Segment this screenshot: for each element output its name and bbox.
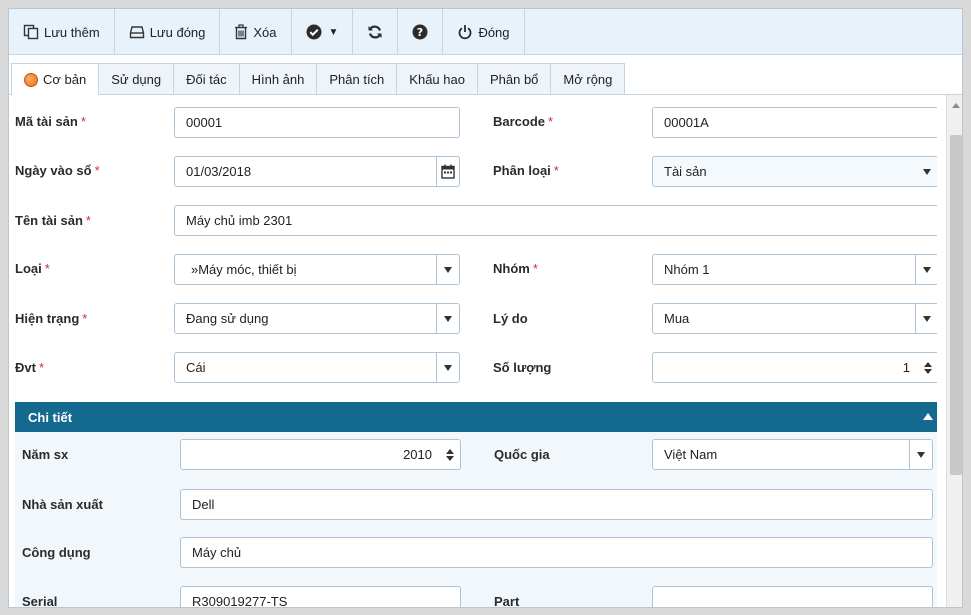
tab-label: Mở rộng — [563, 71, 613, 87]
part-label: Part — [494, 594, 520, 608]
usage-input[interactable]: Máy chủ — [180, 537, 933, 568]
chevron-down-icon — [436, 255, 459, 284]
tab-phan-tich[interactable]: Phân tích — [316, 63, 397, 95]
chevron-down-icon — [915, 304, 937, 333]
help-icon: ? — [412, 24, 428, 40]
reason-select[interactable]: Mua — [652, 303, 937, 334]
spinner-icon[interactable] — [918, 353, 937, 382]
tab-mo-rong[interactable]: Mở rộng — [550, 63, 626, 95]
save-more-label: Lưu thêm — [44, 24, 100, 40]
manufacturer-input[interactable]: Dell — [180, 489, 933, 520]
save-close-label: Lưu đóng — [149, 24, 206, 40]
power-icon — [457, 24, 473, 40]
close-label: Đóng — [478, 24, 510, 40]
chevron-down-icon — [915, 157, 937, 186]
barcode-label: Barcode * — [493, 114, 554, 129]
refresh-button[interactable] — [353, 9, 399, 55]
delete-label: Xóa — [253, 24, 277, 40]
chevron-down-icon: ▼ — [328, 26, 339, 38]
group-label: Nhóm * — [493, 261, 538, 276]
status-label: Hiện trạng * — [15, 311, 88, 326]
collapse-icon[interactable] — [923, 413, 933, 420]
tab-co-ban[interactable]: Cơ bản — [11, 63, 99, 96]
chevron-down-icon — [909, 440, 932, 469]
reason-label: Lý do — [493, 311, 528, 326]
asset-form-window: Lưu thêm Lưu đóng Xóa ▼ ? Đóng Cơ bản Sử… — [8, 8, 963, 608]
asset-name-input[interactable]: Máy chủ imb 2301 — [174, 205, 937, 236]
country-label: Quốc gia — [494, 447, 550, 462]
approve-dropdown-button[interactable]: ▼ — [292, 9, 354, 55]
vertical-scrollbar[interactable] — [946, 95, 962, 607]
barcode-input[interactable]: 00001A — [652, 107, 937, 138]
country-select[interactable]: Việt Nam — [652, 439, 933, 470]
entry-date-label: Ngày vào sổ * — [15, 163, 100, 178]
tab-label: Phân bổ — [489, 71, 539, 87]
chevron-down-icon — [436, 353, 459, 382]
check-circle-icon — [306, 24, 322, 40]
unit-select[interactable]: Cái — [174, 352, 460, 383]
tab-label: Hình ảnh — [251, 71, 305, 87]
manufacturer-label: Nhà sản xuất — [22, 497, 103, 512]
detail-section-title: Chi tiết — [28, 409, 73, 425]
tab-doi-tac[interactable]: Đối tác — [173, 63, 239, 95]
tab-khau-hao[interactable]: Khấu hao — [396, 63, 477, 95]
save-close-button[interactable]: Lưu đóng — [115, 9, 221, 55]
quantity-stepper[interactable]: 1 — [652, 352, 937, 383]
tab-label: Sử dụng — [111, 71, 162, 87]
manufacture-year-stepper[interactable]: 2010 — [180, 439, 461, 470]
copy-icon — [23, 24, 39, 40]
active-tab-icon — [24, 72, 38, 87]
classification-label: Phân loại * — [493, 163, 559, 178]
close-button[interactable]: Đóng — [443, 9, 525, 55]
asset-code-input[interactable]: 00001 — [174, 107, 460, 138]
trash-icon — [234, 24, 248, 40]
entry-date-input[interactable]: 01/03/2018 — [174, 156, 460, 187]
tab-bar: Cơ bản Sử dụng Đối tác Hình ảnh Phân tíc… — [9, 63, 962, 96]
delete-button[interactable]: Xóa — [220, 9, 292, 55]
chevron-down-icon — [915, 255, 937, 284]
scroll-up-icon[interactable] — [952, 103, 960, 108]
tab-label: Đối tác — [186, 71, 227, 87]
help-button[interactable]: ? — [398, 9, 444, 55]
tab-su-dung[interactable]: Sử dụng — [98, 63, 174, 95]
unit-label: Đvt * — [15, 360, 45, 375]
scrollbar-thumb[interactable] — [950, 135, 962, 475]
tab-hinh-anh[interactable]: Hình ảnh — [238, 63, 317, 95]
save-more-button[interactable]: Lưu thêm — [9, 9, 115, 55]
status-select[interactable]: Đang sử dụng — [174, 303, 460, 334]
chevron-down-icon — [436, 304, 459, 333]
type-label: Loại * — [15, 261, 50, 276]
tab-label: Khấu hao — [409, 71, 465, 87]
quantity-label: Số lượng — [493, 360, 552, 375]
classification-select[interactable]: Tài sản — [652, 156, 937, 187]
group-select[interactable]: Nhóm 1 — [652, 254, 937, 285]
manufacture-year-label: Năm sx — [22, 447, 69, 462]
usage-label: Công dụng — [22, 545, 91, 560]
refresh-icon — [367, 24, 383, 40]
svg-text:?: ? — [417, 26, 423, 39]
spinner-icon[interactable] — [440, 440, 460, 469]
save-icon — [129, 24, 145, 40]
form-content: Mã tài sản * 00001 Barcode * 00001A Ngày v… — [9, 95, 937, 608]
calendar-icon[interactable] — [436, 157, 459, 186]
type-select[interactable]: »Máy móc, thiết bị — [174, 254, 460, 285]
toolbar: Lưu thêm Lưu đóng Xóa ▼ ? Đóng — [9, 9, 962, 55]
asset-name-label: Tên tài sản * — [15, 213, 91, 228]
serial-label: Serial — [22, 594, 58, 608]
tab-phan-bo[interactable]: Phân bổ — [476, 63, 551, 95]
part-input[interactable] — [652, 586, 933, 607]
tab-label: Cơ bản — [43, 72, 87, 87]
tab-label: Phân tích — [329, 71, 385, 87]
detail-section-header[interactable]: Chi tiết — [15, 402, 937, 432]
serial-input[interactable]: R309019277-TS — [180, 586, 461, 607]
asset-code-label: Mã tài sản * — [15, 114, 86, 129]
